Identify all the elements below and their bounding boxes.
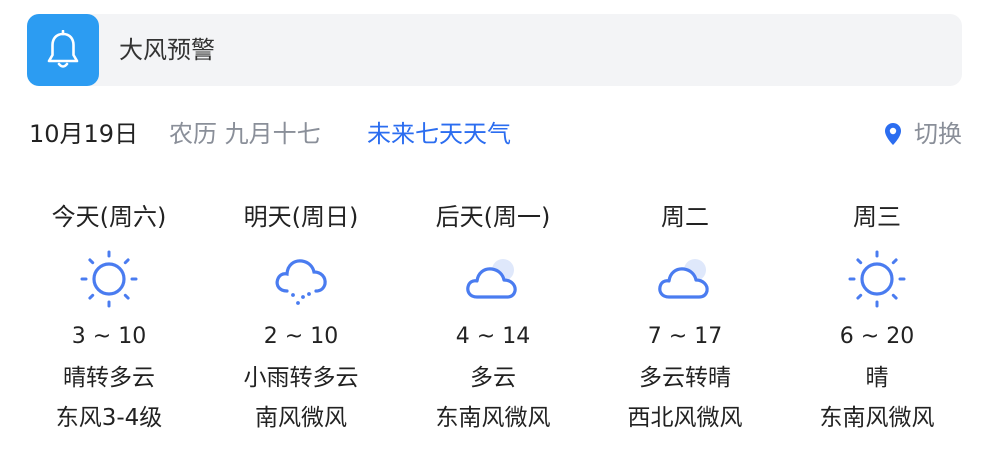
- day-name: 后天(周一): [435, 203, 551, 231]
- day-name: 周二: [661, 203, 709, 231]
- date-bar: 10月19日 农历 九月十七 未来七天天气 切换: [27, 110, 962, 158]
- temperature-range: 7 ~ 17: [647, 324, 723, 349]
- day-name: 明天(周日): [243, 203, 359, 231]
- forecast-day[interactable]: 今天(周六) 3 ~ 10 晴转多云 东风3-4级: [13, 193, 205, 437]
- lunar-date: 农历 九月十七: [169, 120, 321, 148]
- location-pin-icon: [885, 123, 901, 145]
- wind-info: 东南风微风: [435, 405, 551, 431]
- sun-icon: [848, 250, 906, 308]
- sun-icon: [80, 250, 138, 308]
- cloudy-icon: [658, 259, 709, 299]
- weather-condition: 多云转晴: [639, 365, 731, 391]
- wind-info: 南风微风: [255, 405, 347, 431]
- forecast-day[interactable]: 明天(周日) 2 ~ 10 小雨转多云 南风微风: [205, 193, 397, 437]
- forecast-day[interactable]: 后天(周一) 4 ~ 14 多云 东南风微风: [397, 193, 589, 437]
- weather-condition: 晴转多云: [63, 365, 155, 391]
- weather-condition: 多云: [470, 365, 516, 391]
- rain-cloud-icon: [275, 259, 327, 305]
- wind-info: 东南风微风: [819, 405, 935, 431]
- temperature-range: 2 ~ 10: [263, 324, 339, 349]
- day-name: 周三: [853, 203, 901, 231]
- forecast-day[interactable]: 周二 7 ~ 17 多云转晴 西北风微风: [589, 193, 781, 437]
- temperature-range: 6 ~ 20: [839, 324, 915, 349]
- seven-day-forecast-link[interactable]: 未来七天天气: [367, 110, 511, 158]
- temperature-range: 3 ~ 10: [71, 324, 147, 349]
- wind-info: 西北风微风: [627, 405, 743, 431]
- weather-condition: 小雨转多云: [243, 365, 359, 391]
- forecast-day[interactable]: 周三 6 ~ 20 晴 东南风微风: [781, 193, 973, 437]
- cloudy-icon: [466, 259, 517, 299]
- weather-alert-bar[interactable]: 大风预警: [27, 14, 962, 86]
- day-name: 今天(周六): [51, 203, 167, 231]
- wind-info: 东风3-4级: [55, 405, 163, 431]
- temperature-range: 4 ~ 14: [455, 324, 531, 349]
- weather-condition: 晴: [865, 365, 889, 391]
- switch-location-button[interactable]: 切换: [884, 110, 962, 158]
- daily-forecast: 今天(周六) 3 ~ 10 晴转多云 东风3-4级 明天(周日) 2 ~ 10 …: [13, 193, 973, 443]
- solar-date: 10月19日: [29, 120, 139, 148]
- switch-location-label: 切换: [914, 120, 962, 148]
- alert-title: 大风预警: [119, 36, 215, 64]
- bell-icon: [27, 14, 99, 86]
